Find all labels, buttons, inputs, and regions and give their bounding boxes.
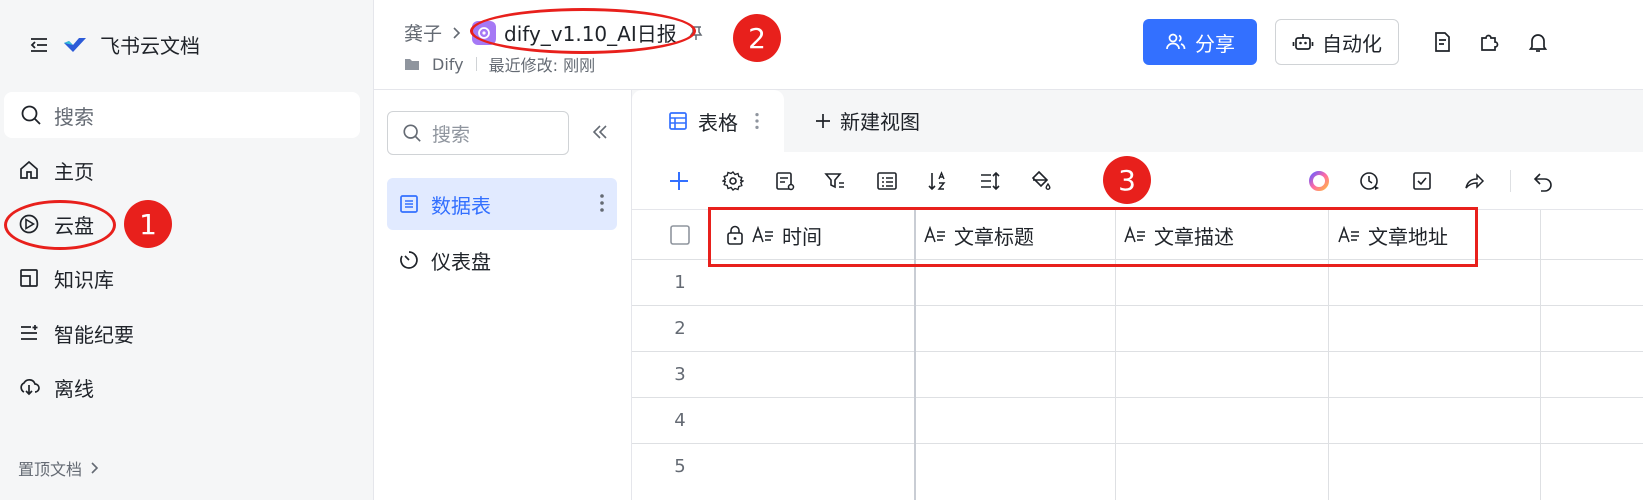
column-divider: [1540, 210, 1541, 500]
panel-search-input[interactable]: 搜索: [387, 111, 569, 155]
folder-icon: [404, 57, 420, 71]
annotation-badge-2: 2: [733, 14, 781, 62]
toolbar-divider: [1510, 170, 1511, 192]
add-record-icon[interactable]: [665, 167, 693, 195]
sidebar-item-label: 知识库: [54, 267, 114, 292]
dashboard-icon: [399, 250, 419, 270]
settings-icon[interactable]: [719, 167, 747, 195]
home-icon: [18, 159, 40, 181]
table-item-label: 数据表: [431, 193, 491, 218]
pinned-docs-toggle[interactable]: 置顶文档: [18, 456, 100, 480]
table-row[interactable]: 3: [632, 352, 1643, 398]
minutes-icon: [18, 322, 40, 344]
table-row[interactable]: 5: [632, 444, 1643, 490]
annotation-rect-columns: [708, 207, 1478, 267]
collapse-panel-icon[interactable]: [590, 122, 610, 142]
share-button[interactable]: 分享: [1143, 19, 1257, 65]
automation-label: 自动化: [1322, 31, 1382, 56]
robot-icon: [1292, 31, 1314, 53]
annotation-badge-1: 1: [124, 200, 172, 248]
more-vertical-icon[interactable]: [599, 192, 605, 214]
field-config-icon[interactable]: [771, 167, 799, 195]
search-icon: [20, 104, 42, 126]
more-vertical-icon[interactable]: [754, 111, 760, 131]
pinned-docs-label: 置顶文档: [18, 460, 83, 479]
sidebar-item-minutes[interactable]: 智能纪要: [18, 313, 134, 353]
row-number: 2: [674, 318, 686, 339]
form-check-icon[interactable]: [1408, 167, 1436, 195]
panel-search-placeholder: 搜索: [432, 123, 471, 146]
doc-meta: Dify 最近修改: 刚刚: [404, 52, 595, 76]
sidebar-item-label: 智能纪要: [54, 322, 134, 347]
collapse-sidebar-icon[interactable]: [28, 34, 50, 56]
row-height-icon[interactable]: [976, 167, 1004, 195]
last-modified: 最近修改: 刚刚: [488, 56, 596, 75]
group-icon[interactable]: [873, 167, 901, 195]
chevron-right-icon: [452, 26, 462, 40]
sidebar-item-label: 离线: [54, 376, 94, 401]
row-number: 3: [674, 364, 686, 385]
share-out-icon[interactable]: [1460, 167, 1488, 195]
fill-color-icon[interactable]: [1027, 167, 1055, 195]
sidebar-search-input[interactable]: 搜索: [4, 92, 360, 138]
offline-icon: [18, 376, 40, 398]
folder-name[interactable]: Dify: [432, 55, 464, 74]
meta-divider: [475, 57, 477, 71]
chevron-right-icon: [90, 461, 100, 475]
search-icon: [402, 123, 422, 143]
feishu-logo-icon: [62, 34, 88, 56]
share-label: 分享: [1195, 31, 1235, 56]
table-item-datasheet[interactable]: 数据表: [387, 178, 617, 230]
annotation-ellipse-cloud-drive: [4, 200, 116, 250]
undo-icon[interactable]: [1529, 167, 1557, 195]
app-name: 飞书云文档: [100, 34, 200, 58]
plugin-icon[interactable]: [1476, 28, 1504, 56]
table-row[interactable]: 4: [632, 398, 1643, 444]
table-list-panel: 搜索 数据表 仪表盘: [374, 90, 632, 500]
brand: 飞书云文档: [28, 30, 200, 59]
wiki-icon: [18, 267, 40, 289]
sidebar-item-home[interactable]: 主页: [18, 150, 94, 190]
table-row[interactable]: 2: [632, 306, 1643, 352]
sidebar-item-offline[interactable]: 离线: [18, 367, 94, 407]
breadcrumb-parent[interactable]: 龚子: [404, 19, 442, 46]
tab-label: 表格: [698, 110, 738, 135]
history-icon[interactable]: [1356, 167, 1384, 195]
sidebar-item-wiki[interactable]: 知识库: [18, 258, 114, 298]
annotation-ellipse-doc-title: [470, 8, 696, 54]
doc-info-icon[interactable]: [1428, 28, 1456, 56]
row-number: 1: [674, 272, 686, 293]
row-number: 5: [674, 456, 686, 477]
sort-icon[interactable]: [924, 167, 952, 195]
annotation-badge-3: 3: [1103, 156, 1151, 204]
grid-view-icon: [668, 111, 688, 131]
datasheet-icon: [399, 194, 419, 214]
table-item-dashboard[interactable]: 仪表盘: [387, 234, 617, 286]
left-sidebar: 飞书云文档 搜索 主页 云盘 知识库 智能纪要 离线 置顶文档: [0, 0, 374, 500]
ai-assistant-icon[interactable]: [1305, 167, 1333, 195]
new-view-button[interactable]: 新建视图: [814, 106, 920, 135]
table-item-label: 仪表盘: [431, 249, 491, 274]
main-view: 表格 新建视图 时间 文章标题 文章描述 文章地址 1 2 3 4 5: [632, 90, 1643, 500]
row-number: 4: [674, 410, 686, 431]
filter-icon[interactable]: [821, 167, 849, 195]
automation-button[interactable]: 自动化: [1275, 19, 1399, 65]
users-icon: [1165, 32, 1187, 52]
tab-grid-view[interactable]: 表格: [632, 90, 784, 152]
new-view-label: 新建视图: [840, 110, 920, 134]
sidebar-item-label: 主页: [54, 159, 94, 184]
sidebar-search-placeholder: 搜索: [54, 104, 94, 129]
select-all-checkbox[interactable]: [670, 210, 690, 260]
bell-icon[interactable]: [1524, 28, 1552, 56]
plus-icon: [814, 112, 832, 130]
